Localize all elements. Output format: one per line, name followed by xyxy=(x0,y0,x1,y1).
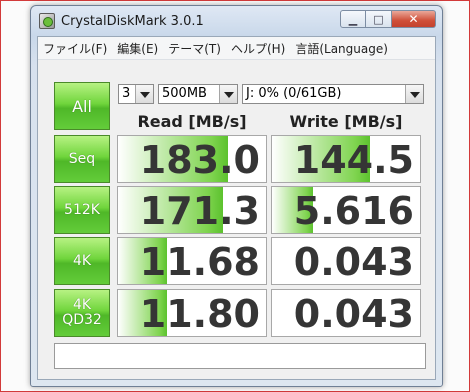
client-area: ファイル(F) 編集(E) テーマ(T) ヘルプ(H) 言語(Language)… xyxy=(37,36,436,380)
maximize-button[interactable]: □ xyxy=(366,10,392,28)
menu-theme[interactable]: テーマ(T) xyxy=(163,40,226,57)
menu-help[interactable]: ヘルプ(H) xyxy=(226,40,290,57)
read-result-cell: 11.68 xyxy=(117,237,267,285)
menu-bar: ファイル(F) 編集(E) テーマ(T) ヘルプ(H) 言語(Language) xyxy=(38,37,435,60)
read-value: 11.80 xyxy=(139,292,260,336)
menu-language[interactable]: 言語(Language) xyxy=(290,40,393,57)
close-button[interactable]: ✕ xyxy=(392,10,436,28)
test-count-value: 3 xyxy=(122,86,131,101)
write-value: 5.616 xyxy=(293,189,414,233)
seq-button[interactable]: Seq xyxy=(54,135,110,183)
app-window: CrystalDiskMark 3.0.1 ▁ □ ✕ ファイル(F) 編集(E… xyxy=(30,5,443,387)
4k-button[interactable]: 4K xyxy=(54,237,110,285)
512k-button[interactable]: 512K xyxy=(54,186,110,234)
read-result-cell: 11.80 xyxy=(117,289,267,337)
write-value: 144.5 xyxy=(293,138,414,182)
chevron-down-icon xyxy=(219,85,237,103)
read-result-cell: 183.0 xyxy=(117,135,267,183)
read-value: 171.3 xyxy=(139,189,260,233)
write-column-header: Write [MB/s] xyxy=(289,112,403,131)
read-column-header: Read [MB/s] xyxy=(137,112,247,131)
run-all-button[interactable]: All xyxy=(54,82,110,130)
write-result-cell: 0.043 xyxy=(271,237,421,285)
test-size-value: 500MB xyxy=(162,86,207,101)
disk-app-icon xyxy=(39,13,55,29)
window-title: CrystalDiskMark 3.0.1 xyxy=(61,14,204,29)
window-controls: ▁ □ ✕ xyxy=(340,10,436,28)
maximize-icon: □ xyxy=(373,12,384,26)
minimize-button[interactable]: ▁ xyxy=(340,10,366,28)
close-icon: ✕ xyxy=(408,12,419,26)
write-value: 0.043 xyxy=(293,240,414,284)
test-count-select[interactable]: 3 xyxy=(118,84,154,104)
drive-value: J: 0% (0/61GB) xyxy=(246,86,342,101)
chevron-down-icon xyxy=(405,85,423,103)
title-bar[interactable]: CrystalDiskMark 3.0.1 ▁ □ ✕ xyxy=(31,6,442,36)
minimize-icon: ▁ xyxy=(348,12,358,26)
write-result-cell: 0.043 xyxy=(271,289,421,337)
comment-field[interactable] xyxy=(54,343,426,369)
read-result-cell: 171.3 xyxy=(117,186,267,234)
read-value: 11.68 xyxy=(139,240,260,284)
read-value: 183.0 xyxy=(139,138,260,182)
4k-qd32-button[interactable]: 4K QD32 xyxy=(54,289,110,337)
write-result-cell: 5.616 xyxy=(271,186,421,234)
write-value: 0.043 xyxy=(293,292,414,336)
test-size-select[interactable]: 500MB xyxy=(158,84,238,104)
menu-file[interactable]: ファイル(F) xyxy=(38,40,112,57)
chevron-down-icon xyxy=(135,85,153,103)
write-result-cell: 144.5 xyxy=(271,135,421,183)
menu-edit[interactable]: 編集(E) xyxy=(112,40,163,57)
drive-select[interactable]: J: 0% (0/61GB) xyxy=(242,84,424,104)
